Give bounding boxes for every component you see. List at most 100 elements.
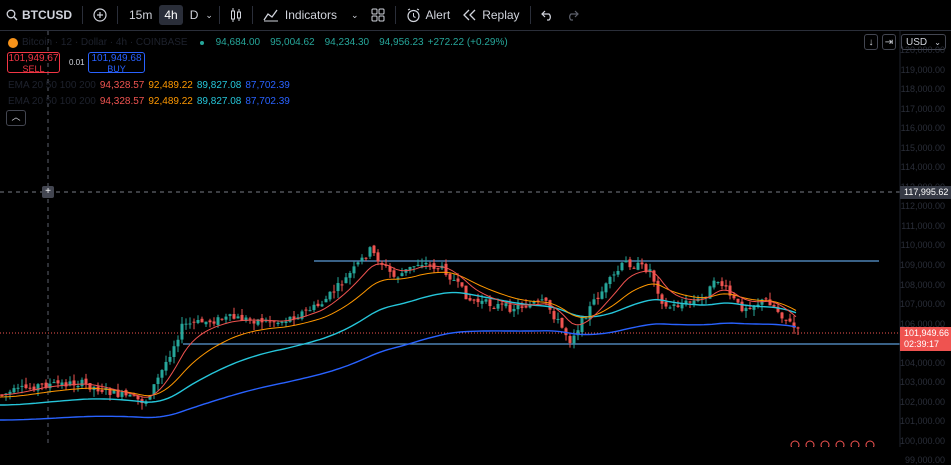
price-axis-tick: 99,000.00	[904, 455, 945, 465]
candle-body	[396, 277, 400, 279]
candle-body	[16, 387, 20, 389]
sell-button[interactable]: 101,949.67 SELL	[7, 52, 60, 74]
ema-label: EMA 20 50 100 200	[8, 80, 96, 91]
candle-body	[460, 282, 464, 287]
candle-body	[712, 280, 716, 288]
candle-body	[228, 314, 232, 316]
search-icon	[6, 9, 18, 21]
candle-body	[160, 370, 164, 378]
legend-main: Bitcoin · 12 · Dollar · 4h · COINBASE 94…	[8, 37, 508, 48]
candle-body	[180, 323, 184, 340]
price-axis-tick: 101,000.00	[899, 416, 945, 427]
ema50-value: 92,489.22	[148, 96, 193, 107]
candle-body	[28, 387, 32, 389]
buy-price: 101,949.68	[91, 53, 142, 64]
visibility-dot-icon[interactable]	[199, 40, 204, 45]
ema-legend-row-1[interactable]: EMA 20 50 100 200 94,328.57 92,489.22 89…	[8, 80, 290, 91]
candle-body	[544, 297, 548, 301]
candle-body	[532, 301, 536, 304]
candle-body	[436, 268, 440, 270]
undo-icon	[540, 10, 554, 21]
candle-body	[508, 304, 512, 312]
candle-body	[376, 252, 380, 262]
alert-button[interactable]: Alert	[400, 0, 457, 31]
candle-body	[132, 395, 136, 397]
timeframe-15m[interactable]: 15m	[124, 5, 157, 25]
candle-body	[624, 260, 628, 263]
candle-body	[176, 339, 180, 347]
candle-body	[172, 346, 176, 357]
alert-icon	[406, 8, 421, 23]
price-axis-tick: 116,000.00	[900, 123, 945, 134]
candle-body	[584, 318, 588, 320]
candle-body	[692, 300, 696, 305]
timeframe-d[interactable]: D	[185, 5, 204, 25]
price-axis-tick: 112,000.00	[900, 201, 945, 212]
price-axis-tick: 107,000.00	[899, 299, 945, 310]
candle-body	[416, 264, 420, 266]
ema20-value: 94,328.57	[99, 96, 145, 107]
candle-body	[428, 264, 432, 266]
candle-body	[312, 304, 316, 311]
ema20-value: 94,328.57	[99, 80, 145, 91]
price-axis-tick: 119,000.00	[900, 64, 945, 75]
chevron-down-icon[interactable]: ⌄	[205, 10, 213, 21]
sell-label: SELL	[22, 64, 45, 74]
undo-button[interactable]	[535, 0, 560, 31]
arrow-down-icon: ↓	[868, 36, 874, 48]
divider	[117, 6, 118, 24]
buy-button[interactable]: 101,949.68 BUY	[88, 52, 145, 74]
price-axis-tick: 104,000.00	[899, 357, 945, 368]
candle-body	[216, 317, 220, 325]
candle-body	[512, 308, 516, 312]
candle-body	[724, 285, 728, 287]
scroll-down-button[interactable]: ↓	[864, 34, 878, 50]
crosshair-plus-button[interactable]: +	[42, 186, 54, 198]
candle-body	[664, 301, 668, 307]
candle-body	[456, 278, 460, 282]
candle-body	[632, 267, 636, 269]
candle-body	[660, 294, 664, 304]
candle-body	[128, 394, 132, 397]
chart-style-button[interactable]	[224, 0, 248, 31]
legend-high: 95,004.62	[270, 37, 315, 48]
candle-body	[568, 336, 572, 343]
divider	[251, 6, 253, 24]
candle-body	[628, 259, 632, 268]
plus-circle-icon	[93, 8, 107, 22]
replay-button[interactable]: Replay	[456, 0, 525, 31]
legend-close: 94,956.23	[379, 37, 424, 48]
currency-select[interactable]: USD ⌄	[901, 34, 946, 50]
legend-open: 94,684.00	[215, 37, 261, 48]
collapse-legend-button[interactable]: ︿	[6, 110, 26, 126]
ema-legend-row-2[interactable]: EMA 20 50 100 200 94,328.57 92,489.22 89…	[8, 96, 290, 107]
candle-body	[324, 298, 328, 303]
candle-body	[720, 281, 724, 287]
candle-body	[52, 382, 56, 384]
candle-body	[600, 291, 604, 299]
candle-body	[592, 299, 596, 305]
candle-body	[184, 323, 188, 325]
candle-body	[524, 306, 528, 308]
indicators-button[interactable]: Indicators ⌄	[257, 0, 365, 31]
price-chart[interactable]	[0, 31, 951, 447]
goto-realtime-button[interactable]: ⇥	[882, 34, 896, 50]
candle-body	[676, 305, 680, 307]
candle-body	[616, 270, 620, 275]
candle-body	[504, 303, 508, 307]
chevron-down-icon[interactable]: ⌄	[351, 10, 359, 21]
candle-body	[200, 318, 204, 323]
timeframe-4h[interactable]: 4h	[159, 5, 183, 25]
alert-label: Alert	[425, 8, 451, 22]
compare-button[interactable]	[87, 0, 113, 31]
candles	[0, 244, 800, 410]
redo-button[interactable]	[560, 0, 585, 31]
layout-button[interactable]	[365, 0, 391, 31]
ema100-value: 89,827.08	[196, 96, 242, 107]
divider	[394, 6, 396, 24]
ema-label: EMA 20 50 100 200	[8, 96, 96, 107]
candle-body	[336, 283, 340, 292]
candle-body	[316, 303, 320, 307]
symbol-search[interactable]: BTCUSD	[0, 0, 78, 31]
candle-body	[612, 274, 616, 276]
